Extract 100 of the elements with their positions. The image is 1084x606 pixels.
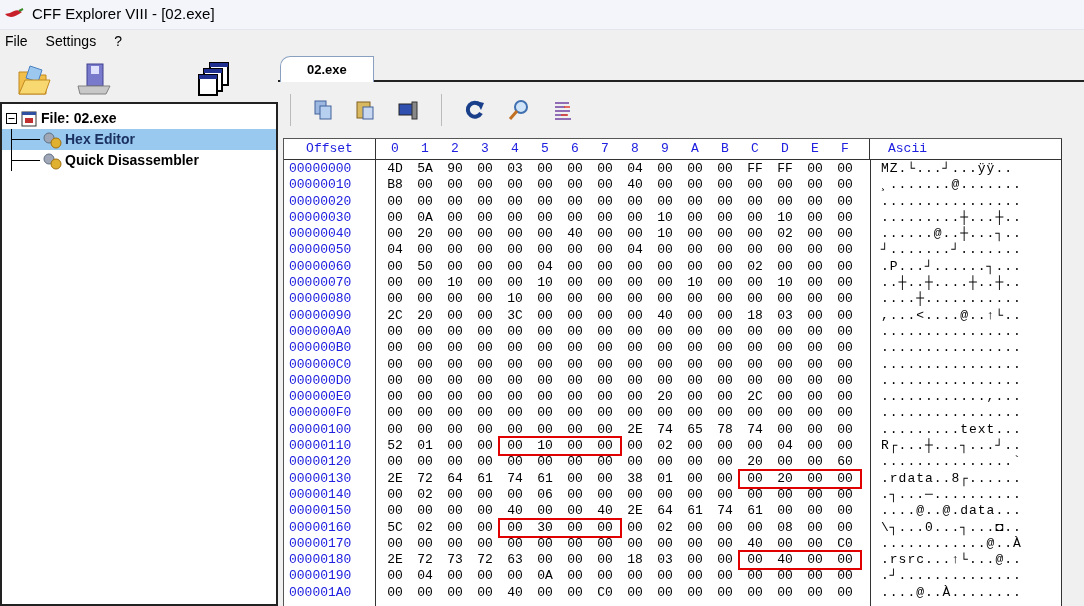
offset-cell: 000000F0 [289,405,352,422]
hex-byte: C0 [596,584,614,601]
hex-byte: 00 [386,209,404,227]
hex-byte: 04 [626,242,644,259]
hex-byte: 00 [566,258,584,276]
hex-byte: 00 [626,568,644,585]
hex-byte: 00 [506,193,524,210]
hex-byte: 00 [476,389,494,406]
hex-byte: 00 [566,503,584,520]
hex-byte: 2E [626,421,644,439]
hex-byte: 20 [416,226,434,243]
hex-byte: 90 [446,161,464,178]
hex-byte: 00 [716,356,734,373]
offset-cell: 000000B0 [289,340,352,357]
hex-byte: 00 [446,584,464,601]
hex-byte: 00 [776,258,794,276]
hex-byte: 20 [746,454,764,471]
hex-byte: 00 [596,291,614,308]
hex-byte: 00 [686,584,704,601]
hex-byte: 00 [506,258,524,276]
hex-byte: 10 [536,438,554,455]
hex-byte: 00 [596,389,614,406]
hex-byte: 00 [626,307,644,324]
hex-byte: 00 [476,568,494,585]
hex-byte: 00 [446,242,464,259]
lines-icon[interactable] [552,99,574,121]
hex-byte: 00 [776,421,794,439]
hex-byte: 08 [776,519,794,536]
hex-byte: 00 [746,568,764,585]
menu-item[interactable]: File [5,30,28,52]
hex-byte: 00 [806,405,824,422]
ascii-text: ................ [881,323,1022,341]
hex-byte: 00 [386,405,404,422]
ascii-text: .rdata..8┌...... [881,470,1022,487]
collapse-toggle[interactable] [6,113,17,124]
open-folder-icon[interactable] [16,62,52,98]
hex-byte: 00 [686,177,704,194]
hex-byte: 00 [746,209,764,227]
hex-byte: 00 [746,405,764,422]
ascii-text: .┐...─.......... [881,486,1022,504]
windows-icon[interactable] [196,61,232,99]
offset-cell: 00000140 [289,486,352,504]
hex-byte: 00 [416,503,434,520]
hex-byte: 00 [626,340,644,357]
hex-byte: 00 [446,372,464,390]
save-disk-icon[interactable] [74,62,114,98]
hex-byte: 00 [416,389,434,406]
redo-arrow-icon[interactable] [464,99,486,121]
hex-byte: 00 [746,193,764,210]
hex-byte: 00 [536,356,554,373]
hex-byte: 00 [776,389,794,406]
hex-byte: 00 [506,519,524,536]
hex-byte: 00 [386,323,404,341]
hex-byte: 20 [416,307,434,324]
menu-item[interactable]: ? [114,30,122,52]
hex-byte: 00 [446,454,464,471]
hex-byte: 3C [506,307,524,324]
copy-icon[interactable] [313,99,333,121]
tree-item[interactable]: Hex Editor [65,129,135,150]
hex-byte: 00 [806,242,824,259]
hex-byte: 00 [506,177,524,194]
hex-byte: 00 [566,275,584,292]
hex-byte: 00 [656,193,674,210]
hex-byte: 00 [656,405,674,422]
menu-item[interactable]: Settings [45,30,97,52]
ascii-text: ....@..@.data... [881,503,1022,520]
hex-byte: 00 [536,503,554,520]
ascii-text: .┘.............. [881,568,1022,585]
paste-icon[interactable] [355,99,375,121]
hex-byte: 00 [716,519,734,536]
hex-byte: 02 [416,486,434,504]
tree-item[interactable]: File: 02.exe [41,108,117,129]
hex-byte: 00 [446,307,464,324]
hex-byte: 00 [446,421,464,439]
search-icon[interactable] [508,99,530,121]
hex-byte: 00 [716,242,734,259]
hex-byte: 00 [566,356,584,373]
hex-byte: 00 [626,389,644,406]
hex-byte: 00 [716,161,734,178]
hex-byte: 50 [416,258,434,276]
hex-byte: 00 [746,486,764,504]
gear-icon [41,151,63,170]
hex-byte: 00 [716,226,734,243]
hex-byte: 00 [386,226,404,243]
hex-byte: 04 [536,258,554,276]
hex-byte: 00 [566,535,584,553]
hex-byte: 00 [566,291,584,308]
tree-item[interactable]: Quick Disassembler [65,150,199,171]
hex-byte: 00 [806,584,824,601]
selected-tree-row[interactable]: Hex Editor [2,129,276,150]
tab[interactable]: 02.exe [280,56,374,82]
hex-byte: 5C [386,519,404,536]
hex-byte: 00 [836,519,854,536]
hex-byte: 00 [416,405,434,422]
hex-byte: 00 [536,421,554,439]
hex-byte: 64 [656,503,674,520]
hex-byte: 00 [626,486,644,504]
hex-byte: 40 [596,503,614,520]
hex-byte: 00 [806,389,824,406]
monitor-icon[interactable] [397,99,419,121]
